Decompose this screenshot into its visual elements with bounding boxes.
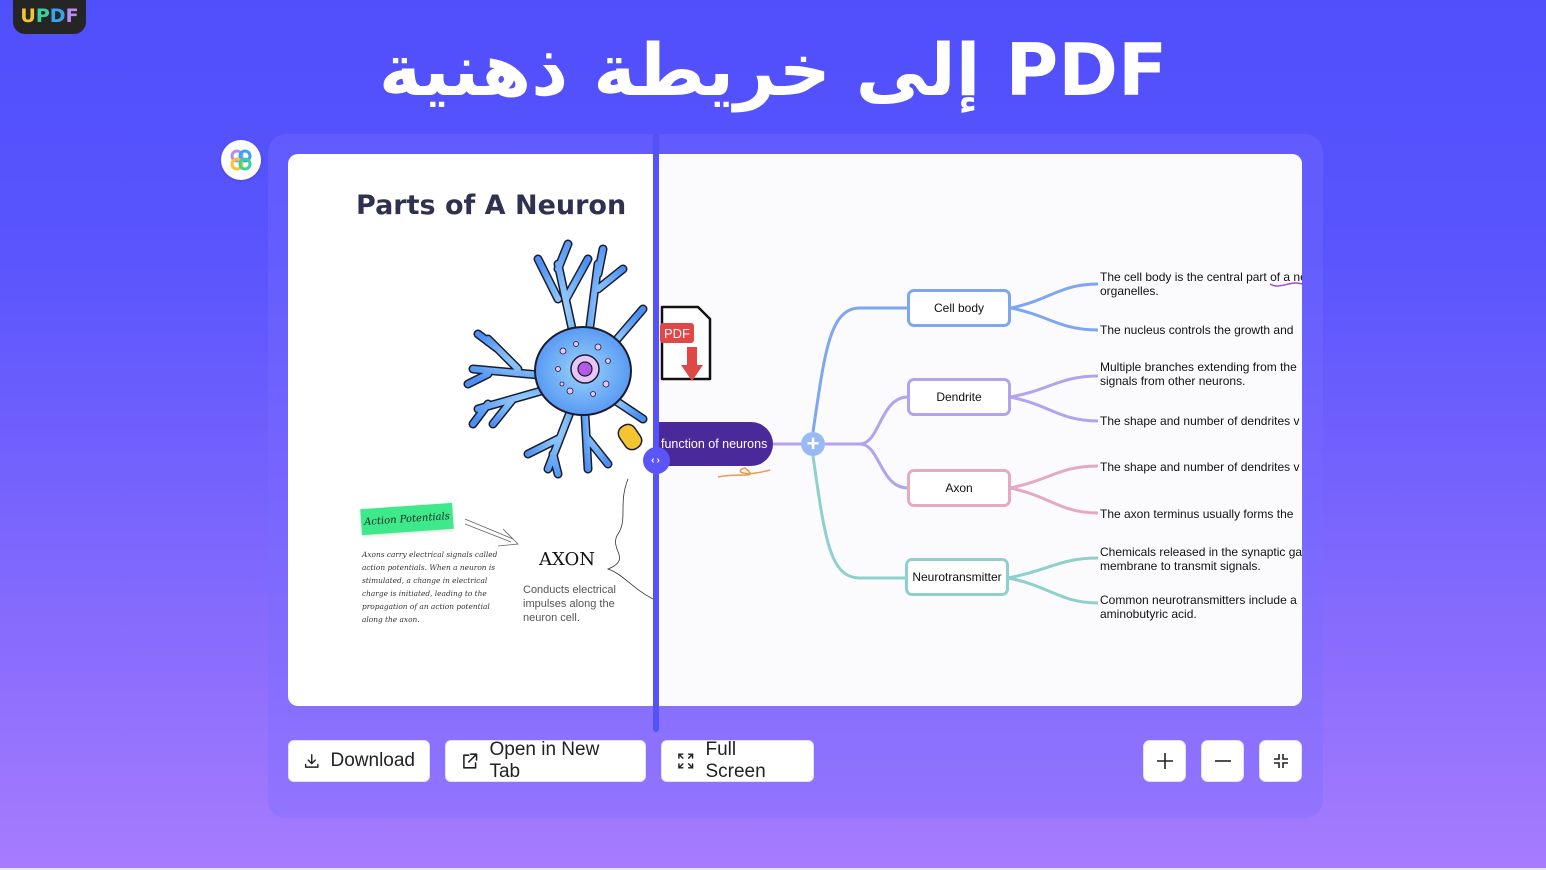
arrow-icon — [464, 518, 519, 547]
action-potentials-text: Axons carry electrical signals called ac… — [362, 550, 498, 624]
external-link-icon — [463, 753, 478, 769]
plus-icon — [1156, 753, 1173, 769]
leaf-dendrite-2[interactable]: The shape and number of dendrites v — [1100, 414, 1302, 428]
mindmap-node-axon[interactable]: Axon — [907, 469, 1011, 507]
leaf-text: Multiple branches extending from the — [1100, 360, 1297, 374]
mindmap-node-cell-body[interactable]: Cell body — [907, 289, 1011, 327]
hero-title: PDF إلى خريطة ذهنية — [378, 28, 1168, 112]
comparison-slider-handle[interactable]: ‹ › — [643, 447, 670, 474]
comparison-canvas: Parts of A Neuron Action Potentials Axon… — [288, 154, 1302, 706]
neuron-illustration — [463, 239, 648, 479]
leaf-cell-body-1[interactable]: The cell body is the central part of a n… — [1100, 270, 1302, 298]
download-label: Download — [330, 750, 416, 771]
mindmap-node-neurotransmitter[interactable]: Neurotransmitter — [905, 558, 1009, 596]
download-button[interactable]: Download — [288, 740, 430, 782]
leaf-text: Common neurotransmitters include a — [1100, 593, 1297, 607]
comparison-slider-bar[interactable] — [653, 128, 659, 732]
leaf-neurotransmitter-1[interactable]: Chemicals released in the synaptic ga me… — [1100, 545, 1302, 573]
svg-text:PDF: PDF — [664, 326, 690, 341]
exit-fullscreen-button[interactable] — [1259, 740, 1302, 782]
expand-icon — [678, 753, 694, 769]
open-new-tab-label: Open in New Tab — [489, 739, 600, 782]
leaf-text: Chemicals released in the synaptic ga — [1100, 545, 1302, 559]
leaf-axon-1[interactable]: The shape and number of dendrites v — [1100, 460, 1302, 474]
open-new-tab-button[interactable]: Open in New Tab — [445, 739, 646, 782]
leaf-dendrite-1[interactable]: Multiple branches extending from the sig… — [1100, 360, 1302, 388]
zoom-in-button[interactable] — [1143, 740, 1186, 782]
leaf-neurotransmitter-2[interactable]: Common neurotransmitters include a amino… — [1100, 593, 1302, 621]
collapse-icon — [1273, 754, 1288, 768]
leaf-text: signals from other neurons. — [1100, 374, 1246, 388]
leaf-axon-2[interactable]: The axon terminus usually forms the — [1100, 507, 1302, 521]
full-screen-label: Full Screen — [705, 739, 766, 782]
leaf-text: aminobutyric acid. — [1100, 607, 1197, 621]
leaf-text: The cell body is the central part of a n… — [1100, 270, 1302, 284]
full-screen-button[interactable]: Full Screen — [661, 739, 814, 782]
chevron-right-icon: › — [656, 455, 662, 466]
leaf-text: membrane to transmit signals. — [1100, 559, 1261, 573]
mindmap-root-node[interactable]: function of neurons — [659, 422, 773, 466]
action-potentials-tag: Action Potentials — [360, 502, 454, 536]
document-title: Parts of A Neuron — [356, 190, 627, 221]
zoom-out-button[interactable] — [1201, 740, 1244, 782]
updf-ai-flower-icon — [230, 149, 252, 171]
download-icon — [304, 754, 319, 768]
axon-heading: AXON — [539, 549, 596, 570]
mindmap-node-dendrite[interactable]: Dendrite — [907, 378, 1011, 416]
expand-node-button[interactable]: + — [801, 432, 825, 456]
leaf-text: organelles. — [1100, 284, 1159, 298]
pdf-file-icon: PDF — [660, 305, 712, 382]
leaf-cell-body-2[interactable]: The nucleus controls the growth and — [1100, 323, 1302, 337]
minus-icon — [1214, 760, 1231, 762]
updf-ai-badge — [221, 140, 261, 180]
